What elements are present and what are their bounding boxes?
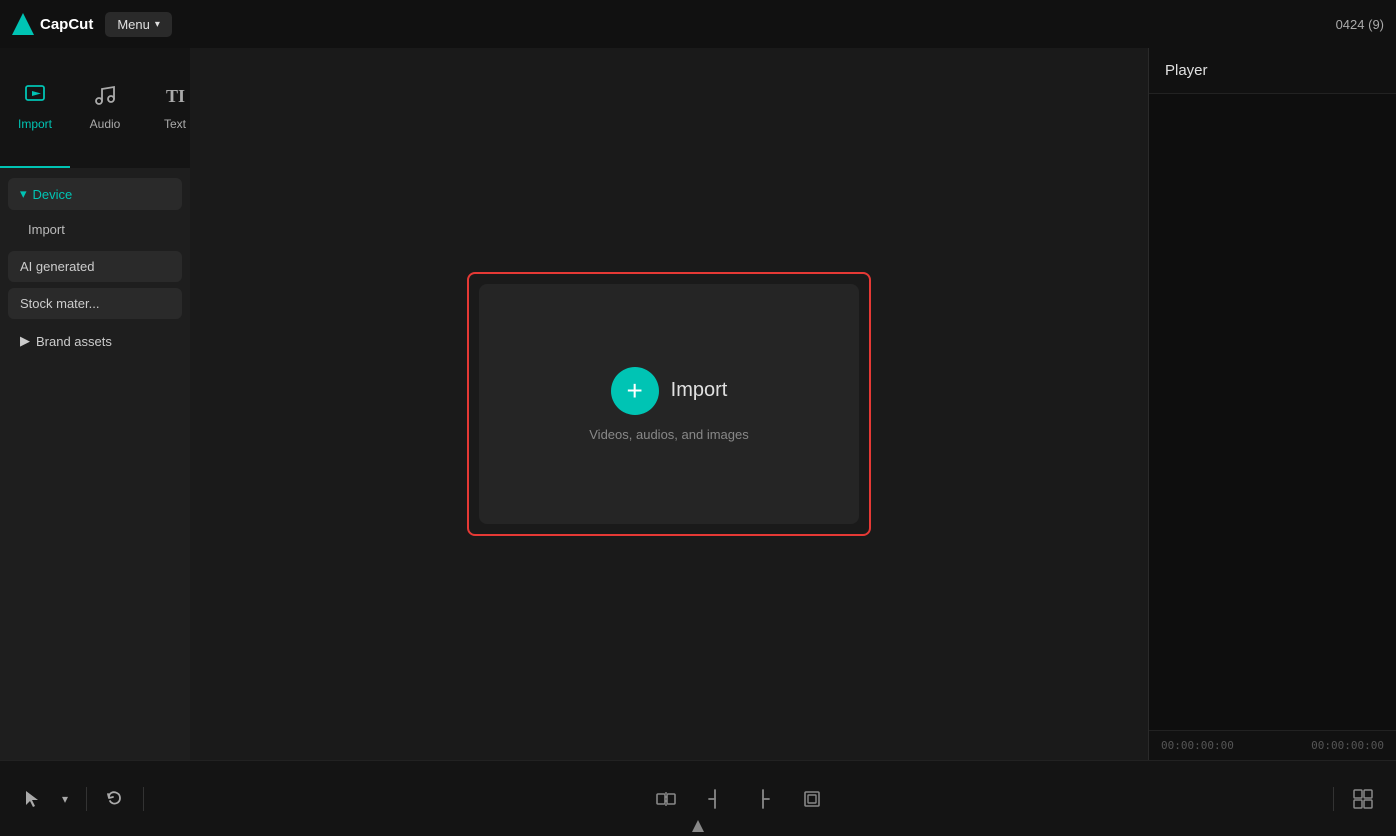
logo-text: CapCut [40,16,93,33]
timecode-right: 00:00:00:00 [1311,739,1384,752]
tab-audio-label: Audio [90,117,121,131]
audio-icon [93,83,117,111]
ai-generated-label: AI generated [20,259,94,274]
sidebar: ▾ Device Import AI generated Stock mater… [0,168,190,760]
import-icon [23,83,47,111]
right-panel: Player 00:00:00:00 00:00:00:00 [1148,48,1396,760]
trim-right-button[interactable] [747,782,779,816]
brand-assets-label: Brand assets [36,334,112,349]
import-row: + Import [611,367,728,415]
import-sub-label: Import [28,222,65,237]
content-area: + Import Videos, audios, and images [190,48,1148,760]
svg-text:TI: TI [166,86,185,106]
sidebar-item-device[interactable]: ▾ Device [8,178,182,210]
import-zone-label: Import [671,379,728,402]
sidebar-item-brand-assets[interactable]: ▶ Brand assets [8,325,182,357]
device-label: Device [33,187,73,202]
main-area: Import Audio TI [0,48,1396,760]
tab-text[interactable]: TI Text [140,48,190,168]
divider-2 [143,787,144,811]
divider-3 [1333,787,1334,811]
device-arrow-icon: ▾ [20,186,27,202]
import-zone-sublabel: Videos, audios, and images [589,427,748,442]
nav-tabs: Import Audio TI [0,48,190,168]
import-zone-wrapper[interactable]: + Import Videos, audios, and images [467,272,871,536]
sidebar-item-import[interactable]: Import [8,214,182,245]
menu-button[interactable]: Menu ▾ [105,12,172,37]
crop-button[interactable] [795,782,829,816]
stock-material-button[interactable]: Stock mater... [8,288,182,319]
device-section: ▾ Device Import [8,178,182,245]
import-zone[interactable]: + Import Videos, audios, and images [479,284,859,524]
tool-center [156,782,1321,816]
project-title: 0424 (9) [1336,17,1384,32]
chevron-down-icon: ▾ [155,19,160,30]
tab-import[interactable]: Import [0,48,70,168]
brand-assets-arrow-icon: ▶ [20,333,30,349]
tab-text-label: Text [164,117,186,131]
logo: CapCut [12,13,93,35]
bottom-right [1346,782,1380,816]
trim-left-button[interactable] [699,782,731,816]
ai-generated-button[interactable]: AI generated [8,251,182,282]
zoom-button[interactable] [1346,782,1380,816]
bottom-toolbar: ▾ [0,760,1396,836]
player-body [1149,94,1396,730]
stock-material-label: Stock mater... [20,296,99,311]
timecode-left: 00:00:00:00 [1161,739,1234,752]
split-button[interactable] [649,782,683,816]
topbar-left: CapCut Menu ▾ [12,12,172,37]
player-timecode: 00:00:00:00 00:00:00:00 [1149,730,1396,760]
left-panel: Import Audio TI [0,48,190,760]
logo-icon [12,13,34,35]
playhead-icon [692,820,704,832]
menu-label: Menu [117,17,150,32]
undo-button[interactable] [99,783,131,815]
chevron-down-icon: ▾ [62,792,68,806]
select-dropdown-button[interactable]: ▾ [56,786,74,812]
divider-1 [86,787,87,811]
player-header: Player [1149,48,1396,94]
tab-import-label: Import [18,117,52,131]
select-tool-button[interactable] [16,783,48,815]
tab-audio[interactable]: Audio [70,48,140,168]
topbar: CapCut Menu ▾ 0424 (9) [0,0,1396,48]
import-plus-icon: + [611,367,659,415]
text-icon: TI [163,83,187,111]
